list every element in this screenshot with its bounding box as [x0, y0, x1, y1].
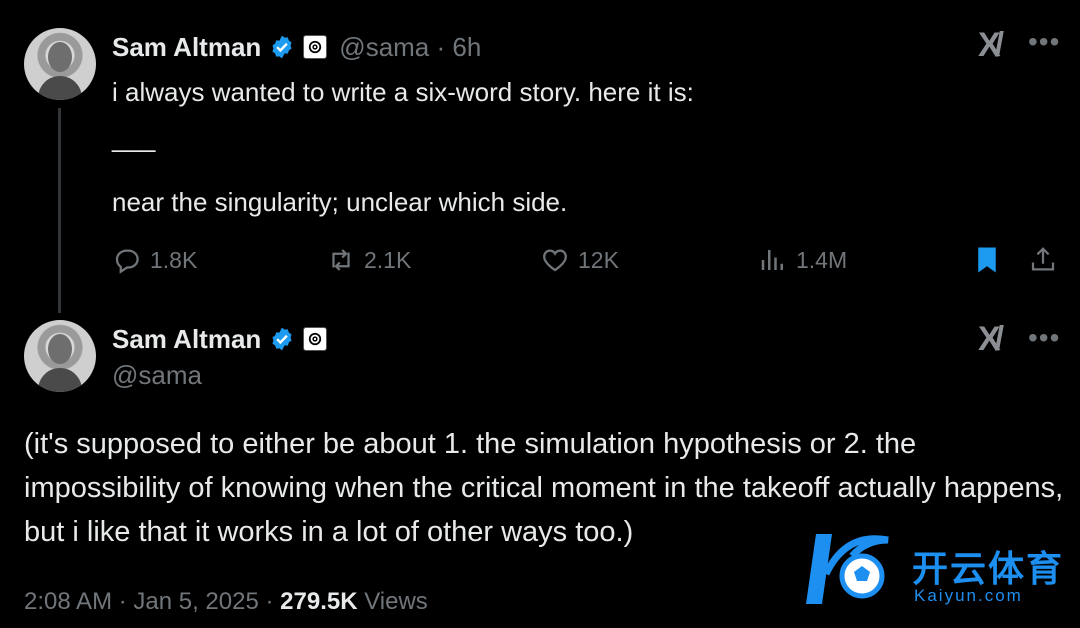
tweet-body: (it's supposed to either be about 1. the… — [24, 428, 1064, 548]
author-name[interactable]: Sam Altman — [112, 32, 261, 63]
grok-icon[interactable]: X/ — [978, 320, 1004, 359]
thread-connector-line — [58, 108, 61, 313]
tweet-text-separator: ___ — [112, 123, 156, 153]
analytics-icon — [761, 250, 783, 270]
tweet-header: Sam Altman @sama · 6h — [112, 30, 481, 64]
avatar[interactable] — [24, 320, 96, 392]
like-button[interactable]: 12K — [540, 244, 619, 276]
watermark-cn-text: 开云体育 — [912, 548, 1065, 589]
view-count: 1.4M — [796, 246, 848, 273]
tweet-meta: 2:08 AM · Jan 5, 2025 · 279.5K Views — [24, 588, 428, 616]
heart-icon — [543, 249, 567, 272]
like-count: 12K — [578, 246, 619, 273]
views-count: 279.5K — [280, 588, 358, 615]
author-name[interactable]: Sam Altman — [112, 324, 261, 355]
repost-icon — [332, 249, 350, 271]
openai-logo-icon[interactable] — [303, 327, 328, 351]
tweet-text-line: near the singularity; unclear which side… — [112, 187, 568, 217]
reply-count: 1.8K — [150, 246, 198, 273]
bookmark-button[interactable] — [972, 244, 1002, 281]
bookmark-icon — [978, 247, 996, 273]
openai-logo-icon[interactable] — [303, 35, 328, 59]
tweet-text-line: i always wanted to write a six-word stor… — [112, 77, 694, 107]
avatar[interactable] — [24, 28, 96, 100]
author-handle[interactable]: @sama — [112, 360, 202, 391]
more-dots-icon[interactable]: ••• — [1028, 26, 1060, 58]
views-button[interactable]: 1.4M — [758, 244, 847, 276]
repost-count: 2.1K — [364, 246, 412, 273]
watermark-en-text: Kaiyun.com — [914, 586, 1023, 605]
timestamp[interactable]: 2:08 AM · Jan 5, 2025 · — [24, 588, 280, 615]
share-icon — [1031, 247, 1055, 271]
share-button[interactable] — [1028, 244, 1058, 281]
handle-and-time[interactable]: @sama · 6h — [339, 32, 481, 63]
reply-icon — [115, 249, 139, 274]
verified-badge-icon[interactable] — [269, 34, 295, 60]
views-label: Views — [357, 588, 428, 615]
watermark-logo — [796, 526, 896, 615]
tweet-header: Sam Altman — [112, 322, 328, 356]
grok-icon[interactable]: X/ — [978, 26, 1004, 65]
soccer-ball-logo-icon — [806, 534, 889, 604]
more-dots-icon[interactable]: ••• — [1028, 322, 1060, 354]
verified-badge-icon[interactable] — [269, 326, 295, 352]
reply-button[interactable]: 1.8K — [112, 244, 197, 276]
repost-button[interactable]: 2.1K — [326, 244, 411, 276]
